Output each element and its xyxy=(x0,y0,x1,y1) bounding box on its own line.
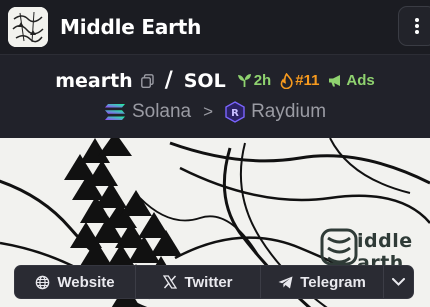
svg-text:R: R xyxy=(231,108,239,119)
pair-title-row: mearth / SOL 2h #11 Ads xyxy=(0,68,430,93)
social-links-bar: Website Twitter Telegram xyxy=(14,265,414,299)
trending-rank: #11 xyxy=(295,72,320,89)
base-symbol: mearth xyxy=(55,69,133,92)
website-button[interactable]: Website xyxy=(15,266,136,298)
megaphone-icon xyxy=(329,75,341,87)
chain-dex-breadcrumb: Solana > R Raydium xyxy=(0,101,430,123)
app-header: Middle Earth xyxy=(0,0,430,54)
globe-icon xyxy=(36,275,50,289)
more-links-button[interactable] xyxy=(384,266,413,298)
dex-link[interactable]: Raydium xyxy=(251,101,326,123)
chevron-down-icon xyxy=(392,278,405,286)
banner-text-line1: iddle xyxy=(357,230,413,252)
pair-separator: / xyxy=(164,68,173,93)
x-logo-icon xyxy=(163,275,178,289)
quote-symbol: SOL xyxy=(183,69,226,92)
copy-icon[interactable] xyxy=(140,73,154,88)
telegram-label: Telegram xyxy=(300,273,366,291)
seedling-icon xyxy=(237,74,251,87)
raydium-icon: R xyxy=(225,101,245,123)
ads-label: Ads xyxy=(346,72,375,89)
chevron-right-icon: > xyxy=(203,102,214,121)
token-logo xyxy=(8,7,48,47)
chain-link[interactable]: Solana xyxy=(132,101,191,123)
solana-icon xyxy=(104,103,126,121)
pair-age-badge: 2h xyxy=(237,72,272,89)
page-title: Middle Earth xyxy=(60,15,202,39)
vertical-ellipsis-icon xyxy=(415,18,419,34)
telegram-button[interactable]: Telegram xyxy=(261,266,384,298)
flame-icon xyxy=(280,72,293,89)
trending-rank-badge[interactable]: #11 xyxy=(280,72,319,89)
menu-button[interactable] xyxy=(398,6,430,46)
website-label: Website xyxy=(57,273,115,291)
telegram-icon xyxy=(278,276,293,288)
pair-age: 2h xyxy=(253,72,272,89)
ads-badge[interactable]: Ads xyxy=(328,72,375,89)
twitter-label: Twitter xyxy=(184,273,233,291)
pair-info-bar: mearth / SOL 2h #11 Ads Solana > R Raydi… xyxy=(0,54,430,138)
twitter-button[interactable]: Twitter xyxy=(136,266,261,298)
